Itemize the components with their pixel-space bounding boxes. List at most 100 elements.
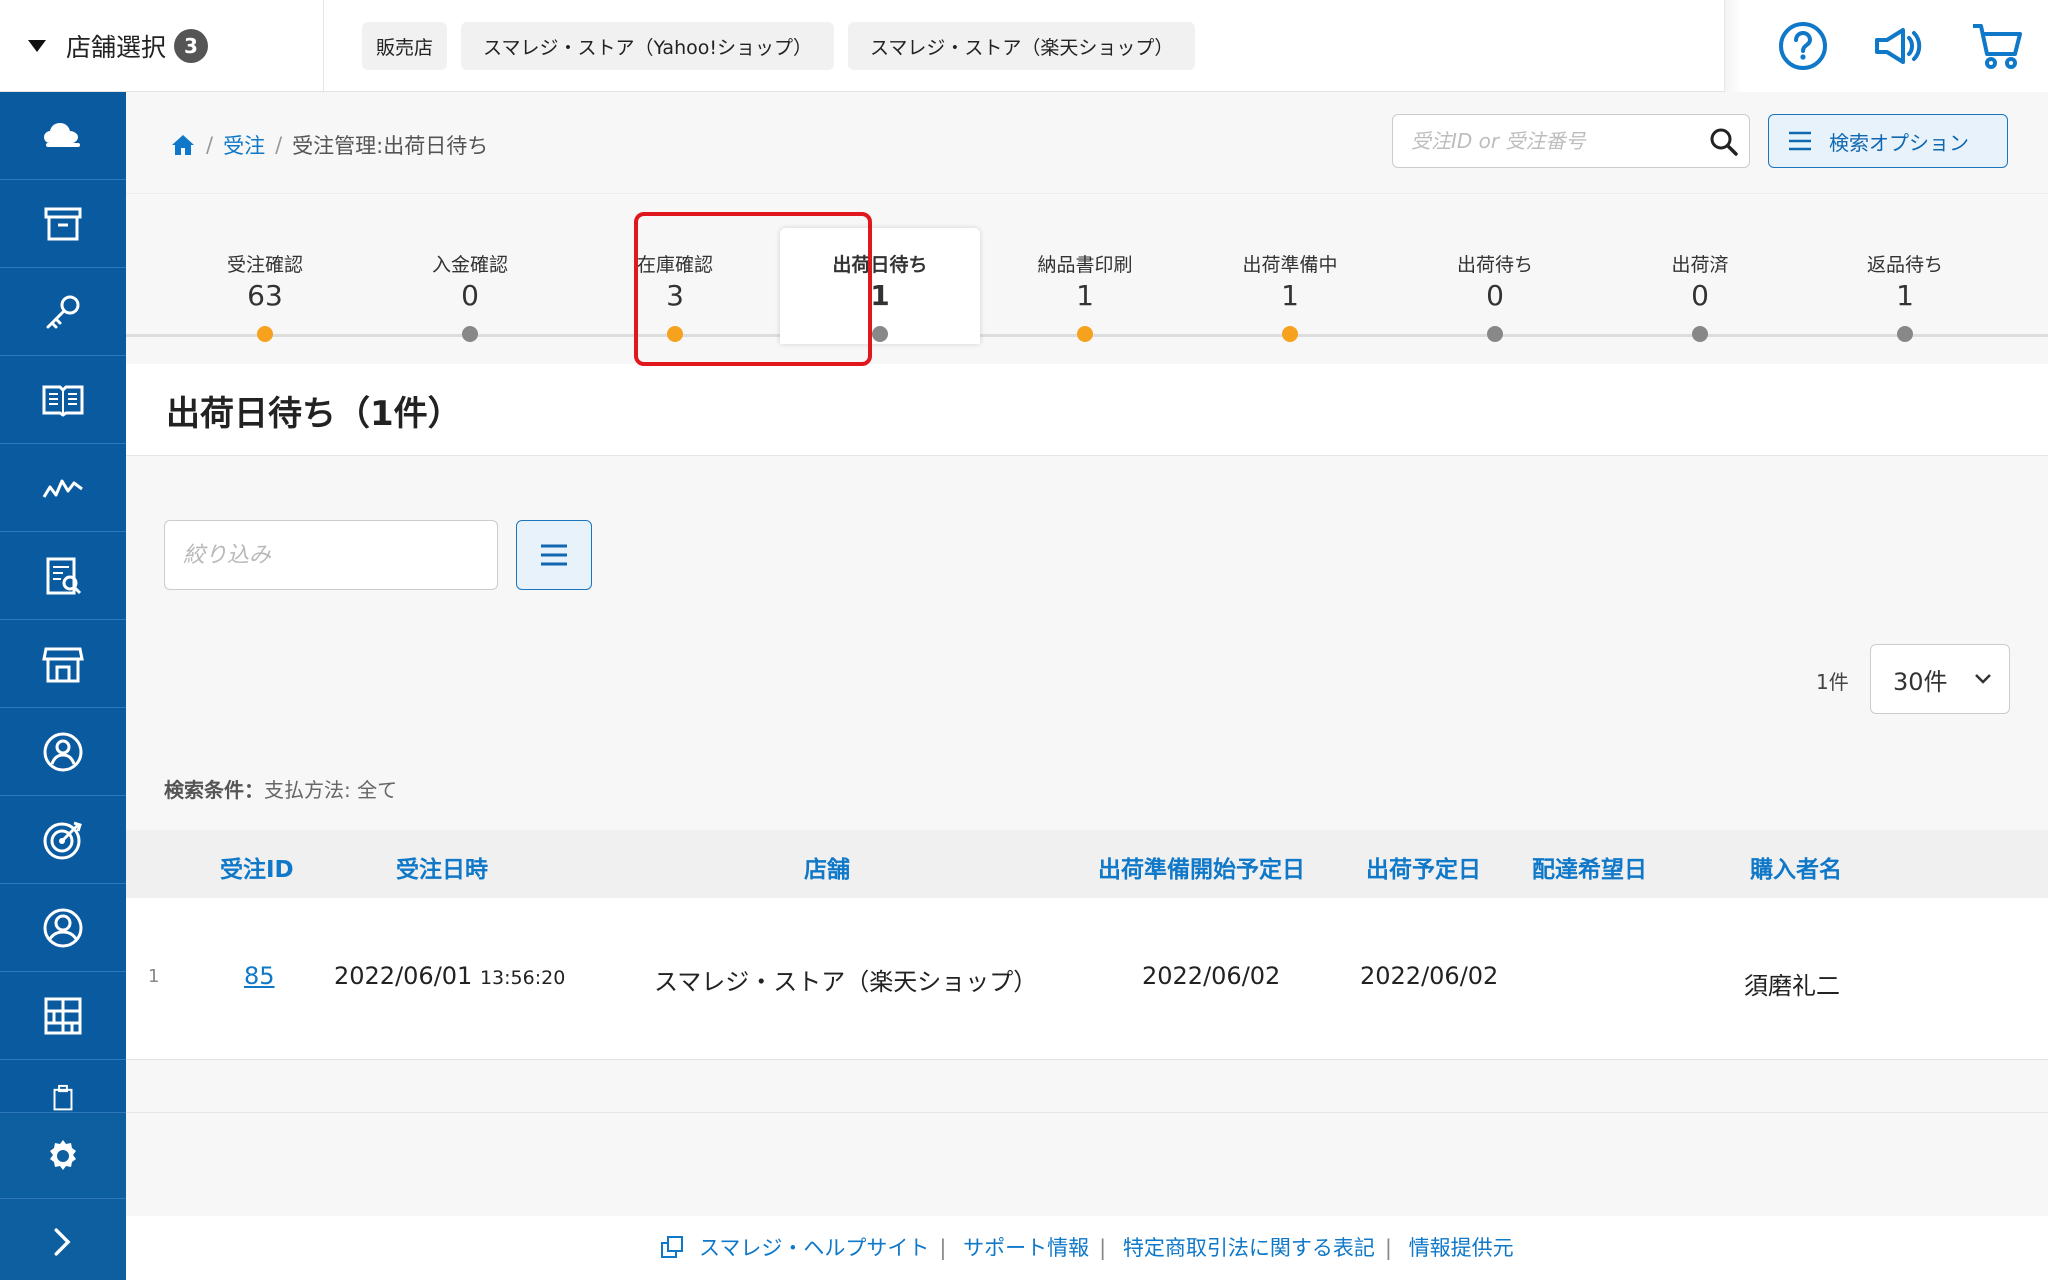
menu-icon [541, 544, 567, 566]
home-icon[interactable] [170, 132, 196, 158]
col-order-date[interactable]: 受注日時 [396, 850, 488, 884]
sidebar-item-report[interactable] [0, 532, 126, 620]
order-date: 2022/06/01 13:56:20 [334, 962, 566, 990]
target-icon [43, 821, 82, 859]
menu-icon [1789, 131, 1811, 151]
col-buyer-name[interactable]: 購入者名 [1750, 850, 1842, 884]
book-icon [42, 385, 84, 417]
cart-icon[interactable] [1969, 18, 2025, 74]
status-dot [1282, 326, 1298, 342]
status-dot [1077, 326, 1093, 342]
column-menu-button[interactable] [516, 520, 592, 590]
buyer-name: 須磨礼二 [1744, 972, 1840, 1000]
sidebar-bottom [0, 1112, 126, 1280]
help-icon[interactable] [1775, 18, 1831, 74]
filter-input[interactable] [165, 521, 497, 589]
sidebar-item-store[interactable] [0, 620, 126, 708]
page-title: 出荷日待ち（1件） [166, 394, 462, 434]
external-link-icon [661, 1236, 684, 1258]
order-search [1392, 114, 1750, 168]
settings-button[interactable] [0, 1112, 126, 1198]
sidebar-item-chart[interactable] [0, 444, 126, 532]
status-dot [667, 326, 683, 342]
footer: スマレジ・ヘルプサイト | サポート情報 | 特定商取引法に関する表記 | 情報提供元 [126, 1232, 2048, 1262]
footer-link-legal[interactable]: 特定商取引法に関する表記 [1123, 1236, 1375, 1260]
order-id-link[interactable]: 85 [244, 962, 275, 990]
chart-icon [42, 479, 83, 498]
col-order-id[interactable]: 受注ID [220, 850, 294, 884]
store-select-label: 店舗選択 [66, 33, 167, 62]
result-count: 1件 [1816, 670, 1849, 694]
sidebar [0, 92, 126, 1280]
sidebar-item-target[interactable] [0, 796, 126, 884]
store-chips: 販売店 スマレジ・ストア（Yahoo!ショップ） スマレジ・ストア（楽天ショップ… [362, 22, 1196, 70]
row-index: 1 [148, 966, 160, 987]
expand-sidebar-button[interactable] [0, 1198, 126, 1280]
status-dot [1487, 326, 1503, 342]
col-prep-start-date[interactable]: 出荷準備開始予定日 [1098, 850, 1305, 884]
breadcrumb: / 受注 / 受注管理:出荷日待ち [170, 130, 488, 160]
status-tabs: 受注確認 63 入金確認 0 在庫確認 3 出荷日待ち 1 納品書印刷 1 出荷… [126, 194, 2048, 364]
status-dot [872, 326, 888, 342]
prep-start-date: 2022/06/02 [1142, 962, 1281, 990]
table-row[interactable]: 1 85 2022/06/01 13:56:20 スマレジ・ストア（楽天ショップ… [126, 898, 2048, 1060]
tab-payment-confirm[interactable]: 入金確認 0 [370, 228, 570, 344]
chip-yahoo-shop[interactable]: スマレジ・ストア（Yahoo!ショップ） [461, 22, 834, 70]
col-ship-date[interactable]: 出荷予定日 [1366, 850, 1481, 884]
store-icon [42, 647, 84, 682]
main-content: / 受注 / 受注管理:出荷日待ち 検索オプション 受注確認 63 [126, 92, 2048, 1280]
tab-stock-confirm[interactable]: 在庫確認 3 [575, 228, 775, 344]
list-area: 1件 30件 検索条件：支払方法: 全て 受注ID 受注日時 店舗 出荷準備開始… [126, 456, 2048, 1216]
status-dot [257, 326, 273, 342]
user-icon [43, 908, 83, 947]
tab-order-confirm[interactable]: 受注確認 63 [165, 228, 365, 344]
report-icon [46, 557, 82, 594]
chip-rakuten-shop[interactable]: スマレジ・ストア（楽天ショップ） [848, 22, 1196, 70]
store-select-button[interactable]: 店舗選択 3 [0, 0, 324, 92]
sidebar-item-clipboard[interactable] [0, 1060, 126, 1112]
search-options-button[interactable]: 検索オプション [1768, 114, 2008, 168]
status-dot [1692, 326, 1708, 342]
tab-awaiting-return[interactable]: 返品待ち 1 [1805, 228, 2005, 344]
search-conditions: 検索条件：支払方法: 全て [164, 778, 398, 802]
cloud-icon [44, 122, 80, 147]
filter-field [164, 520, 498, 590]
sidebar-item-box[interactable] [0, 180, 126, 268]
tab-awaiting-ship-date[interactable]: 出荷日待ち 1 [780, 228, 980, 344]
breadcrumb-current: 受注管理:出荷日待ち [292, 134, 489, 158]
grid-icon [44, 997, 82, 1034]
clipboard-icon [53, 1084, 73, 1111]
sidebar-item-grid[interactable] [0, 972, 126, 1060]
sidebar-item-user-card[interactable] [0, 708, 126, 796]
sidebar-item-user[interactable] [0, 884, 126, 972]
breadcrumb-bar: / 受注 / 受注管理:出荷日待ち 検索オプション [126, 92, 2048, 194]
megaphone-icon[interactable] [1869, 18, 1925, 74]
status-dot [1897, 326, 1913, 342]
gear-icon [50, 1139, 76, 1170]
search-icon[interactable] [1709, 127, 1739, 157]
order-store: スマレジ・ストア（楽天ショップ） [654, 968, 1038, 996]
tab-awaiting-shipment[interactable]: 出荷待ち 0 [1395, 228, 1595, 344]
key-icon [46, 295, 80, 328]
chip-seller[interactable]: 販売店 [362, 22, 448, 70]
box-icon [44, 207, 82, 240]
sidebar-item-cloud[interactable] [0, 92, 126, 180]
per-page-select[interactable]: 30件 [1870, 644, 2010, 714]
table-header: 受注ID 受注日時 店舗 出荷準備開始予定日 出荷予定日 配達希望日 購入者名 [126, 830, 2048, 898]
footer-link-help[interactable]: スマレジ・ヘルプサイト [699, 1236, 929, 1260]
tab-shipped[interactable]: 出荷済 0 [1600, 228, 1800, 344]
footer-link-provider[interactable]: 情報提供元 [1409, 1236, 1514, 1260]
sidebar-item-key[interactable] [0, 268, 126, 356]
col-store[interactable]: 店舗 [804, 850, 850, 884]
tab-preparing-shipment[interactable]: 出荷準備中 1 [1190, 228, 1390, 344]
sidebar-item-book[interactable] [0, 356, 126, 444]
user-card-icon [43, 732, 83, 771]
ship-date: 2022/06/02 [1360, 962, 1499, 990]
col-delivery-date[interactable]: 配達希望日 [1532, 850, 1647, 884]
tab-invoice-print[interactable]: 納品書印刷 1 [985, 228, 1185, 344]
order-search-input[interactable] [1393, 115, 1749, 167]
page-title-bar: 出荷日待ち（1件） [126, 364, 2048, 456]
footer-link-support[interactable]: サポート情報 [963, 1236, 1089, 1260]
breadcrumb-orders[interactable]: 受注 [223, 130, 265, 160]
caret-down-icon [28, 40, 46, 52]
